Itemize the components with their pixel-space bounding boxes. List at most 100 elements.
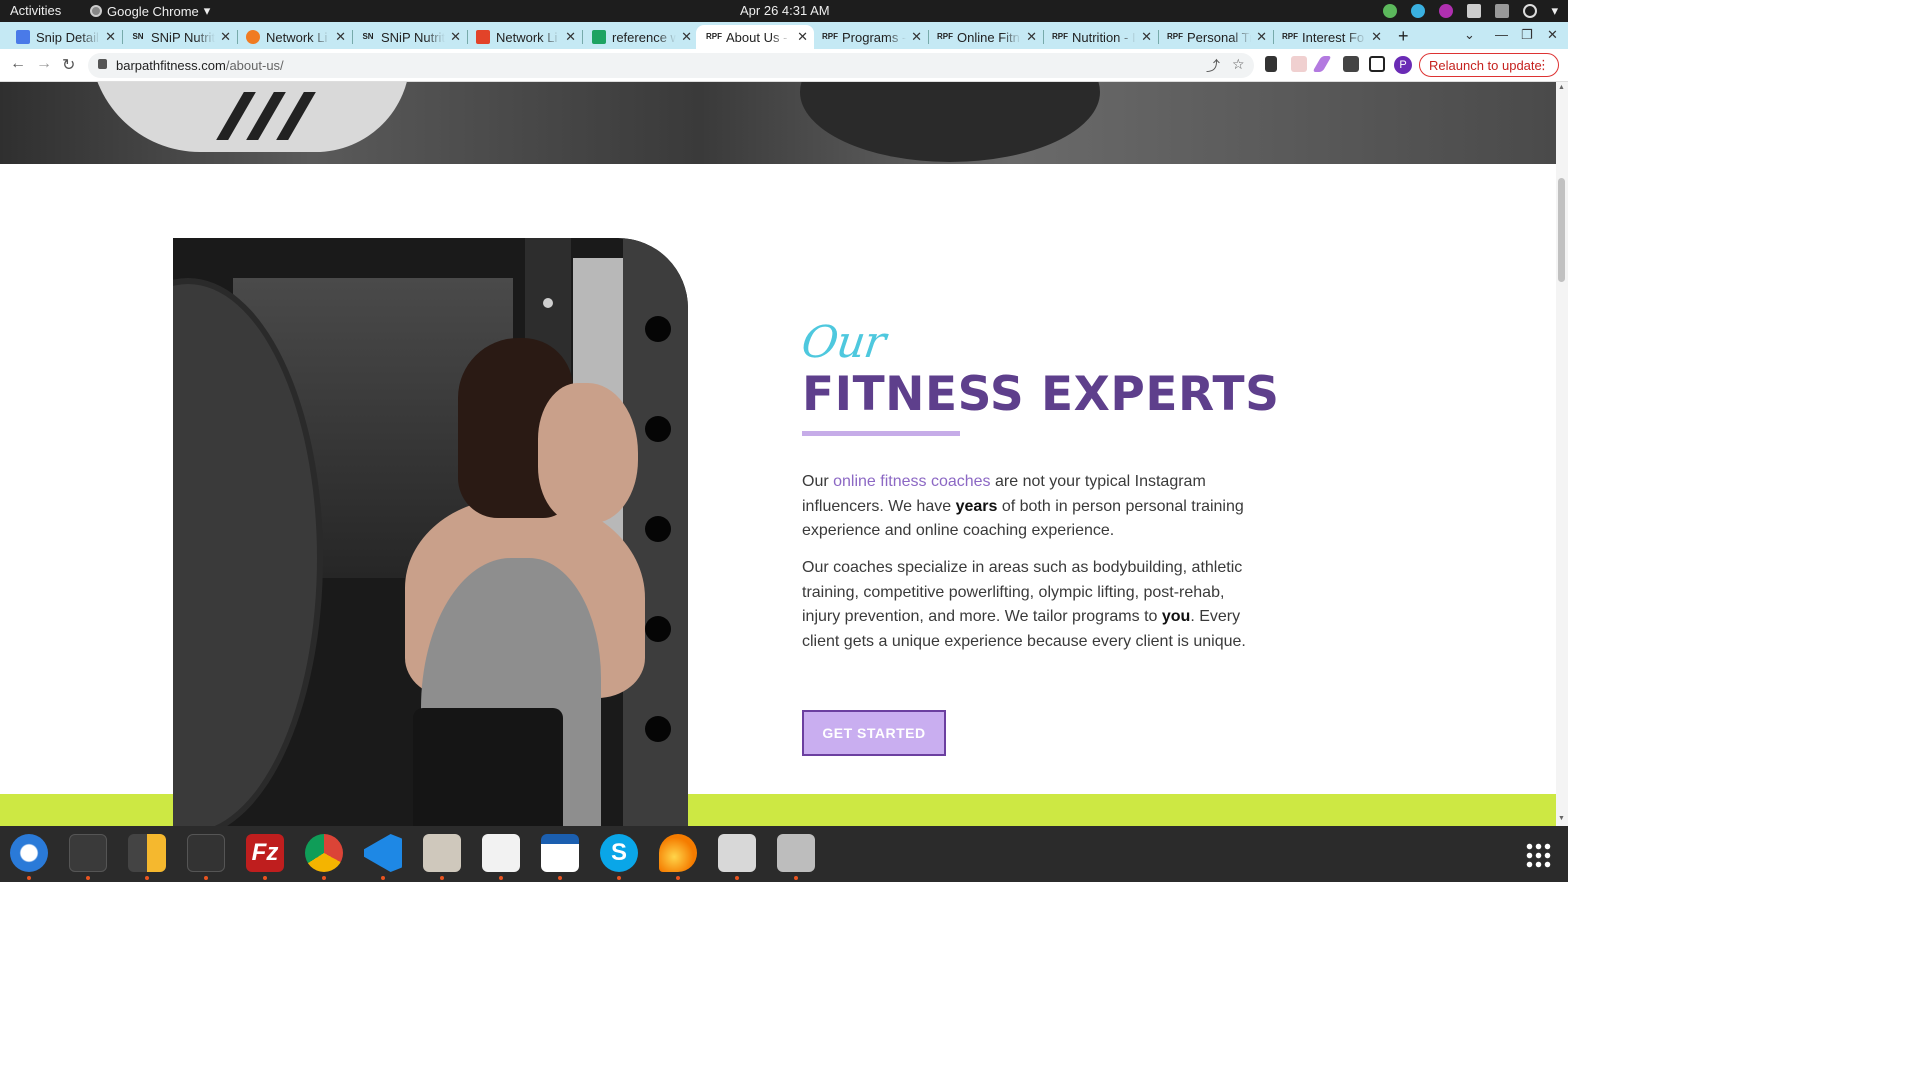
clock[interactable]: Apr 26 4:31 AM bbox=[740, 3, 830, 18]
tab-interest-form[interactable]: RPF Interest Fo ✕ bbox=[1266, 25, 1388, 49]
profile-avatar[interactable]: P bbox=[1394, 56, 1412, 74]
chrome-small-icon bbox=[90, 5, 102, 17]
rpf-icon: RPF bbox=[706, 32, 722, 41]
page-viewport: Our FITNESS EXPERTS Our online fitness c… bbox=[0, 82, 1556, 826]
tab-snip-nutrition-1[interactable]: SN SNiP Nutrition ✕ bbox=[115, 25, 238, 49]
tab-label: Online Fitn bbox=[957, 29, 1020, 45]
rpf-icon: RPF bbox=[1167, 32, 1183, 41]
bookmark-star-icon[interactable]: ☆ bbox=[1232, 56, 1245, 73]
rpf-icon: RPF bbox=[1282, 32, 1298, 41]
files-icon[interactable] bbox=[423, 834, 461, 872]
volume-icon[interactable] bbox=[1495, 4, 1510, 18]
tab-personal-training[interactable]: RPF Personal Tr ✕ bbox=[1151, 25, 1274, 49]
eyedropper-extension-icon[interactable] bbox=[1265, 56, 1277, 72]
back-arrow-icon[interactable]: ← bbox=[10, 55, 26, 73]
gitlab-icon bbox=[476, 30, 490, 44]
calendar-extension-icon[interactable] bbox=[1291, 56, 1307, 72]
tab-label: About Us - B bbox=[726, 29, 790, 45]
tab-label: SNiP Nutrition bbox=[381, 29, 445, 45]
system-monitor-icon[interactable] bbox=[187, 834, 225, 872]
tab-label: Personal Tr bbox=[1187, 29, 1251, 45]
chevron-down-icon[interactable]: ▾ bbox=[1551, 3, 1558, 19]
share-icon[interactable]: ⤴ bbox=[1206, 56, 1220, 76]
restore-icon[interactable]: ❐ bbox=[1521, 27, 1533, 43]
puzzle-extensions-icon[interactable] bbox=[1343, 56, 1359, 72]
tab-nutrition[interactable]: RPF Nutrition - I ✕ bbox=[1036, 25, 1159, 49]
close-icon[interactable]: ✕ bbox=[681, 29, 692, 45]
scroll-up-icon[interactable]: ▲ bbox=[1558, 84, 1565, 91]
tab-programs[interactable]: RPF Programs - ✕ bbox=[806, 25, 929, 49]
activities-button[interactable]: Activities bbox=[10, 3, 61, 18]
tab-label: Programs - bbox=[842, 29, 906, 45]
section-heading: FITNESS EXPERTS bbox=[802, 367, 1280, 422]
sheets-icon bbox=[592, 30, 606, 44]
system-tray[interactable]: ▾ bbox=[1383, 3, 1558, 19]
get-started-button[interactable]: GET STARTED bbox=[802, 710, 946, 756]
network-icon[interactable] bbox=[1467, 4, 1482, 18]
minimize-icon[interactable]: — bbox=[1495, 27, 1508, 42]
side-panel-icon[interactable] bbox=[1369, 56, 1385, 72]
close-icon[interactable]: ✕ bbox=[565, 29, 576, 45]
more-menu-icon[interactable]: ⋮ bbox=[1537, 57, 1550, 73]
libreoffice-writer-icon[interactable] bbox=[541, 834, 579, 872]
online-fitness-coaches-link[interactable]: online fitness coaches bbox=[833, 473, 990, 490]
firefox-nightly-icon[interactable] bbox=[659, 834, 697, 872]
app-menu-label: Google Chrome bbox=[107, 3, 199, 19]
reload-icon[interactable]: ↻ bbox=[62, 55, 75, 75]
power-icon[interactable] bbox=[1523, 4, 1538, 18]
forward-arrow-icon[interactable]: → bbox=[36, 55, 52, 73]
chrome-icon[interactable] bbox=[305, 834, 343, 872]
tab-label: Network Li bbox=[496, 29, 558, 45]
tab-search-chevron-icon[interactable]: ⌄ bbox=[1464, 27, 1475, 43]
system-top-bar: Activities Google Chrome ▾ Apr 26 4:31 A… bbox=[0, 0, 1568, 22]
scrollbar-thumb[interactable] bbox=[1558, 178, 1565, 282]
tab-label: reference w bbox=[612, 29, 676, 45]
tab-online-fitness[interactable]: RPF Online Fitn ✕ bbox=[921, 25, 1044, 49]
rpf-icon: RPF bbox=[937, 32, 953, 41]
new-tab-plus-icon[interactable]: + bbox=[1398, 26, 1409, 47]
snip-icon: SN bbox=[132, 32, 144, 41]
terminal-icon[interactable] bbox=[69, 834, 107, 872]
intro-paragraph: Our online fitness coaches are not your … bbox=[802, 470, 1252, 544]
tray-sync-icon[interactable] bbox=[1411, 4, 1426, 18]
tab-label: Snip Detail bbox=[36, 29, 99, 45]
lock-icon[interactable] bbox=[98, 59, 107, 69]
tray-app-icon[interactable] bbox=[1383, 4, 1398, 18]
knee-image bbox=[800, 82, 1100, 162]
specialties-paragraph: Our coaches specialize in areas such as … bbox=[802, 556, 1252, 654]
address-bar[interactable]: barpathfitness.com/about-us/ ⤴ ☆ bbox=[88, 53, 1254, 78]
tray-color-icon[interactable] bbox=[1439, 4, 1454, 18]
show-applications-grid-icon[interactable] bbox=[1525, 842, 1551, 868]
page-scrollbar[interactable]: ▲ ▼ bbox=[1556, 82, 1568, 826]
skype-icon[interactable]: S bbox=[600, 834, 638, 872]
relaunch-to-update-button[interactable]: Relaunch to update ⋮ bbox=[1419, 53, 1559, 77]
calculator-icon[interactable] bbox=[128, 834, 166, 872]
close-icon[interactable]: ✕ bbox=[1371, 29, 1382, 45]
app-menu[interactable]: Google Chrome ▾ bbox=[90, 3, 210, 19]
vscode-icon[interactable] bbox=[364, 834, 402, 872]
tab-network-1[interactable]: Network Li ✕ bbox=[230, 25, 353, 49]
tab-reference[interactable]: reference w ✕ bbox=[576, 25, 698, 49]
tab-about-us[interactable]: RPF About Us - B ✕ bbox=[696, 25, 814, 49]
tab-network-2[interactable]: Network Li ✕ bbox=[460, 25, 583, 49]
text-editor-icon[interactable] bbox=[482, 834, 520, 872]
heading-underline bbox=[802, 431, 960, 436]
rpf-icon: RPF bbox=[822, 32, 838, 41]
scroll-down-icon[interactable]: ▼ bbox=[1558, 815, 1565, 822]
caret-down-icon: ▾ bbox=[203, 3, 211, 18]
image-viewer-icon[interactable] bbox=[718, 834, 756, 872]
tab-snip-nutrition-2[interactable]: SN SNiP Nutrition ✕ bbox=[345, 25, 468, 49]
tab-label: Network Li bbox=[266, 29, 328, 45]
rpf-icon: RPF bbox=[1052, 32, 1068, 41]
hero-image bbox=[0, 82, 1556, 164]
tab-snip-detail[interactable]: Snip Detail ✕ bbox=[0, 25, 123, 49]
tab-label: Nutrition - I bbox=[1072, 29, 1136, 45]
url-domain: barpathfitness.com bbox=[116, 58, 226, 73]
intro-bold: years bbox=[955, 497, 998, 515]
snip-icon: SN bbox=[362, 32, 374, 41]
thunderbird-icon[interactable] bbox=[10, 834, 48, 872]
filezilla-icon[interactable]: Fz bbox=[246, 834, 284, 872]
disk-utility-icon[interactable] bbox=[777, 834, 815, 872]
tab-label: SNiP Nutrition bbox=[151, 29, 215, 45]
window-close-icon[interactable]: ✕ bbox=[1547, 27, 1558, 43]
